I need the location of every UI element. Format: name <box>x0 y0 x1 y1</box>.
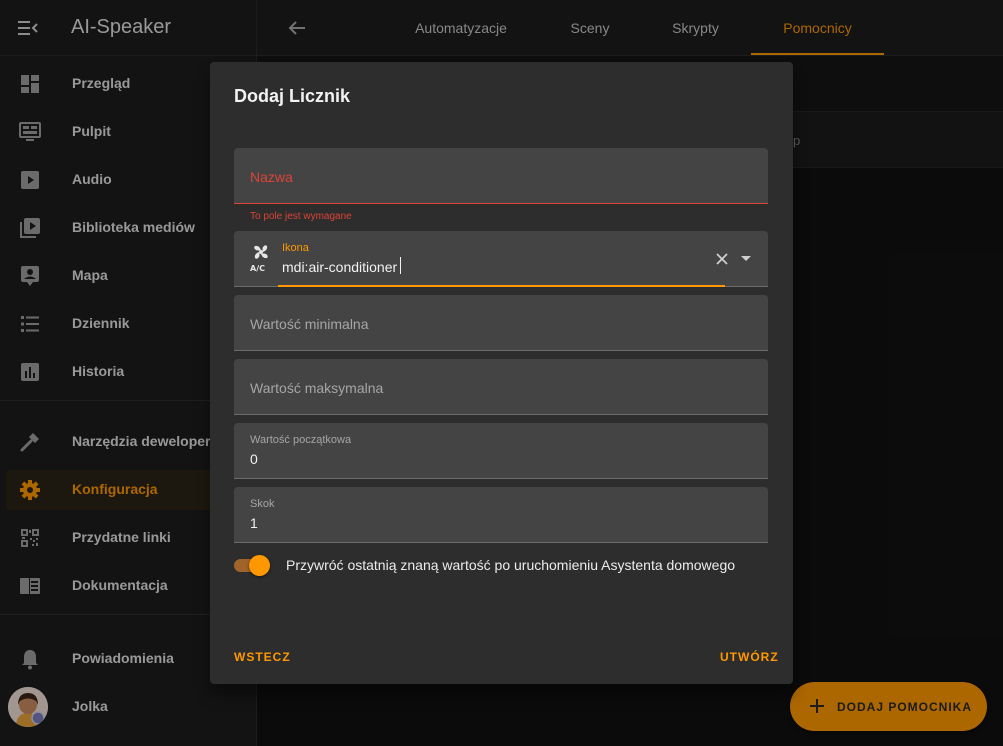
min-value-label: Wartość minimalna <box>250 316 369 332</box>
step-label: Skok <box>250 498 275 510</box>
min-value-field[interactable]: Wartość minimalna <box>234 295 768 351</box>
menu-down-icon[interactable] <box>736 249 756 269</box>
icon-field-label: Ikona <box>282 242 309 254</box>
dialog-title: Dodaj Licznik <box>234 86 351 106</box>
air-conditioner-icon: A/C <box>250 244 272 273</box>
step-input: 1 <box>250 515 258 531</box>
svg-text:A/C: A/C <box>250 264 265 272</box>
name-field-error: To pole jest wymagane <box>250 211 352 222</box>
step-field[interactable]: Skok 1 <box>234 487 768 543</box>
focus-underline <box>278 285 725 287</box>
restore-value-switch[interactable] <box>234 555 271 576</box>
text-cursor <box>400 257 401 274</box>
max-value-label: Wartość maksymalna <box>250 380 384 396</box>
icon-field-value: mdi:air-conditioner <box>282 259 398 275</box>
back-button[interactable]: WSTECZ <box>234 650 291 664</box>
icon-picker-field[interactable]: A/C Ikona mdi:air-conditioner <box>234 231 768 287</box>
add-counter-dialog: Dodaj Licznik Nazwa To pole jest wymagan… <box>210 62 793 684</box>
name-field-label: Nazwa <box>250 169 293 185</box>
close-icon[interactable] <box>712 249 732 269</box>
initial-value-input: 0 <box>250 451 258 467</box>
max-value-field[interactable]: Wartość maksymalna <box>234 359 768 415</box>
restore-value-label: Przywróć ostatnią znaną wartość po uruch… <box>286 557 736 573</box>
initial-value-label: Wartość początkowa <box>250 434 352 446</box>
switch-thumb <box>249 555 270 576</box>
initial-value-field[interactable]: Wartość początkowa 0 <box>234 423 768 479</box>
name-field[interactable]: Nazwa <box>234 148 768 204</box>
create-button[interactable]: UTWÓRZ <box>720 650 779 664</box>
